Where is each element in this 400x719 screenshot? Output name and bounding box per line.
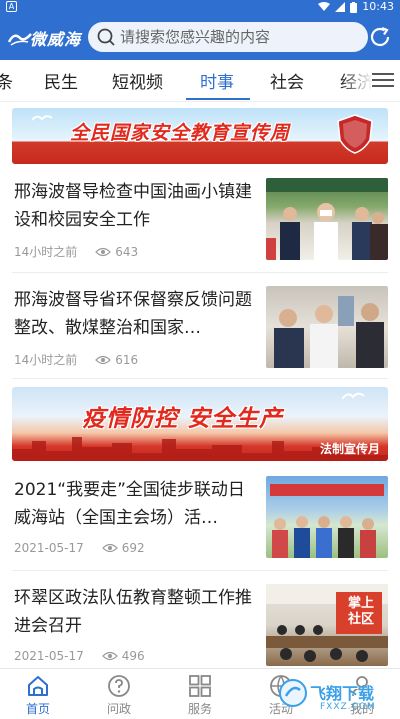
active-tab-indicator — [186, 98, 250, 100]
channel-tabs: 条 民生 短视频 时事 社会 经济 — [0, 60, 400, 102]
site-watermark: 飞翔下载 FXXZ.COM — [272, 670, 400, 719]
banner-title: 全民国家安全教育宣传周 — [70, 122, 291, 144]
news-meta: 2021-05-17 692 — [14, 541, 145, 555]
news-thumbnail[interactable] — [266, 286, 388, 368]
news-views: 496 — [121, 649, 145, 663]
divider — [12, 570, 388, 571]
news-title[interactable]: 邢海波督导省环保督察反馈问题整改、散煤整治和国家… — [14, 286, 256, 342]
logo-wave-icon — [8, 33, 32, 46]
banner-subtitle: 法制宣传月 — [319, 442, 380, 456]
app-logo[interactable]: 微威海 — [8, 24, 82, 50]
search-input[interactable] — [120, 22, 360, 52]
news-meta: 14小时之前 616 — [14, 351, 138, 368]
news-meta: 14小时之前 643 — [14, 243, 138, 260]
news-views: 643 — [115, 244, 139, 259]
wifi-icon — [318, 2, 331, 11]
bird-icon — [32, 115, 52, 121]
thumb-overlay-text: 掌上社区 — [347, 596, 374, 627]
status-time: 10:43 — [362, 0, 394, 13]
news-thumbnail[interactable] — [266, 178, 388, 260]
signal-icon — [335, 2, 346, 12]
people-photo-icon — [266, 178, 388, 260]
shield-badge-icon — [337, 114, 373, 154]
nav-home[interactable]: 首页 — [3, 669, 73, 719]
people-photo-icon — [274, 296, 384, 368]
nav-label: 服务 — [187, 702, 212, 716]
tab-partial[interactable]: 条 — [0, 68, 13, 93]
watermark-logo-icon — [279, 679, 307, 707]
eye-icon — [101, 651, 118, 661]
watermark-text: 飞翔下载 — [310, 684, 375, 703]
eye-icon — [101, 543, 118, 553]
news-title[interactable]: 2021“我要走”全国徒步联动日威海站（全国主会场）活… — [14, 476, 256, 532]
nav-label: 首页 — [25, 702, 50, 716]
app-header: 微威海 — [0, 14, 400, 60]
news-views: 616 — [115, 352, 139, 367]
tab-short-video[interactable]: 短视频 — [112, 68, 163, 93]
grid-icon — [189, 675, 211, 697]
news-title[interactable]: 邢海波督导检查中国油画小镇建设和校园安全工作 — [14, 178, 256, 234]
crowd-photo-icon — [270, 484, 384, 558]
watermark-sub: FXXZ.COM — [320, 702, 376, 712]
battery-icon — [350, 1, 358, 13]
nav-wenzheng[interactable]: 问政 — [84, 669, 154, 719]
tab-minsheng[interactable]: 民生 — [44, 68, 78, 93]
banner-title: 疫情防控 安全生产 — [82, 406, 284, 432]
refresh-icon[interactable] — [368, 25, 392, 49]
nav-services[interactable]: 服务 — [165, 669, 235, 719]
search-bar[interactable] — [88, 22, 368, 52]
news-thumbnail[interactable] — [266, 476, 388, 558]
divider — [12, 378, 388, 379]
home-icon — [28, 676, 48, 696]
tab-current-affairs[interactable]: 时事 — [200, 68, 234, 93]
news-time: 14小时之前 — [14, 353, 78, 367]
eye-icon — [95, 247, 112, 256]
banner-epidemic-safety[interactable]: 疫情防控 安全生产 法制宣传月 — [12, 387, 388, 461]
news-views: 692 — [121, 541, 145, 555]
eye-icon — [95, 355, 112, 364]
divider — [12, 272, 388, 273]
search-icon — [97, 28, 115, 46]
banner-security-week[interactable]: 全民国家安全教育宣传周 — [12, 108, 388, 164]
bird-icon — [342, 392, 364, 400]
news-time: 2021-05-17 — [14, 649, 84, 663]
channel-menu-icon[interactable] — [372, 71, 394, 89]
news-meta: 2021-05-17 496 — [14, 649, 145, 663]
news-time: 14小时之前 — [14, 245, 78, 259]
status-bar: A 10:43 — [0, 0, 400, 14]
question-icon — [108, 675, 130, 697]
news-time: 2021-05-17 — [14, 541, 84, 555]
tab-society[interactable]: 社会 — [270, 68, 304, 93]
news-thumbnail[interactable]: 掌上社区 — [266, 584, 388, 666]
sim-icon: A — [6, 1, 17, 12]
nav-label: 问政 — [106, 702, 131, 716]
news-title[interactable]: 环翠区政法队伍教育整顿工作推进会召开 — [14, 584, 256, 640]
logo-text: 微威海 — [30, 30, 82, 49]
